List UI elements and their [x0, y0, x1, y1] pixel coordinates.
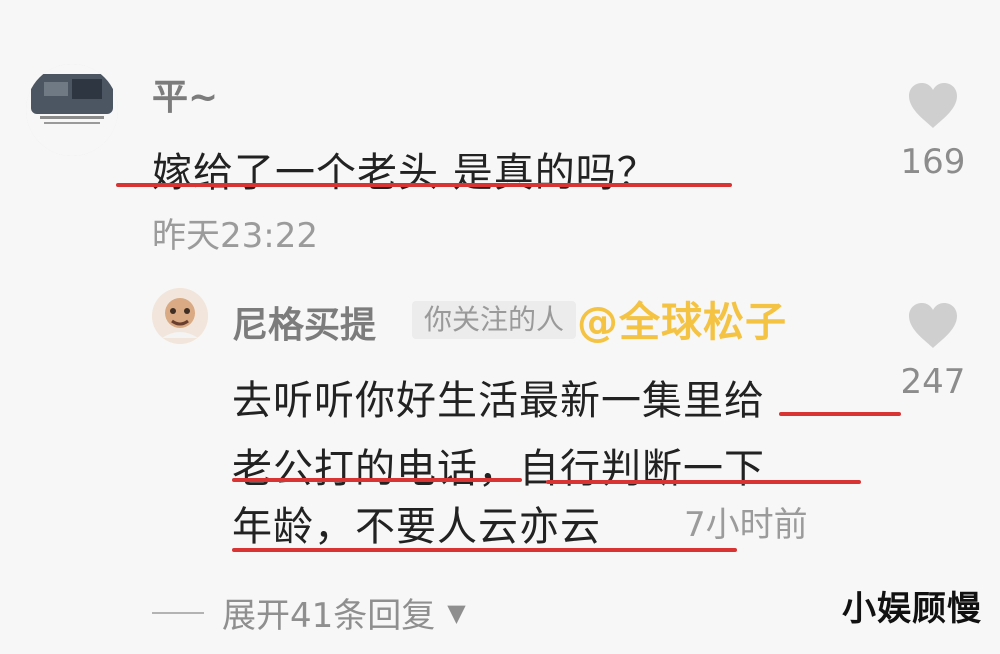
- reply-avatar[interactable]: [152, 288, 208, 344]
- reply-underline-3: [232, 548, 737, 552]
- reply-like-count: 247: [900, 362, 966, 402]
- reply-text-line-1: 去听听你好生活最新一集里给: [232, 378, 765, 424]
- following-tag: 你关注的人: [412, 301, 577, 339]
- main-comment-time: 昨天23:22: [152, 216, 318, 256]
- site-watermark: 小娱顾慢: [842, 589, 982, 629]
- main-like-count: 169: [900, 142, 966, 182]
- chevron-down-icon: ▼: [447, 598, 466, 627]
- main-comment-text: 嫁给了一个老头 是真的吗？: [152, 150, 658, 196]
- expand-replies-label: 展开41条回复: [222, 596, 436, 636]
- heart-icon: [909, 83, 957, 128]
- main-avatar[interactable]: [26, 64, 118, 156]
- reply-underline-2b: [546, 480, 861, 484]
- reply-time: 7小时前: [684, 505, 808, 545]
- main-comment-underline: [116, 183, 732, 187]
- expand-replies-button[interactable]: 展开41条回复 ▼: [152, 588, 466, 637]
- reply-text-line-3: 年龄，不要人云亦云: [232, 504, 601, 550]
- reply-text-line-2: 老公打的电话，自行判断一下: [232, 446, 765, 492]
- main-like-button[interactable]: 169: [878, 80, 988, 182]
- reply-underline-1: [779, 412, 901, 416]
- expand-divider: [152, 611, 204, 614]
- heart-icon: [909, 303, 957, 348]
- avatar-image: [26, 64, 118, 156]
- avatar-image: [152, 288, 208, 344]
- comment-thread-page: 平~ 嫁给了一个老头 是真的吗？ 昨天23:22 169 尼格买提 你关注的人 …: [0, 0, 1000, 654]
- reply-underline-2a: [232, 478, 522, 482]
- main-username[interactable]: 平~: [152, 68, 218, 120]
- reply-like-button[interactable]: 247: [878, 300, 988, 402]
- reply-username[interactable]: 尼格买提: [232, 296, 376, 348]
- watermark-text: @全球松子: [577, 298, 787, 346]
